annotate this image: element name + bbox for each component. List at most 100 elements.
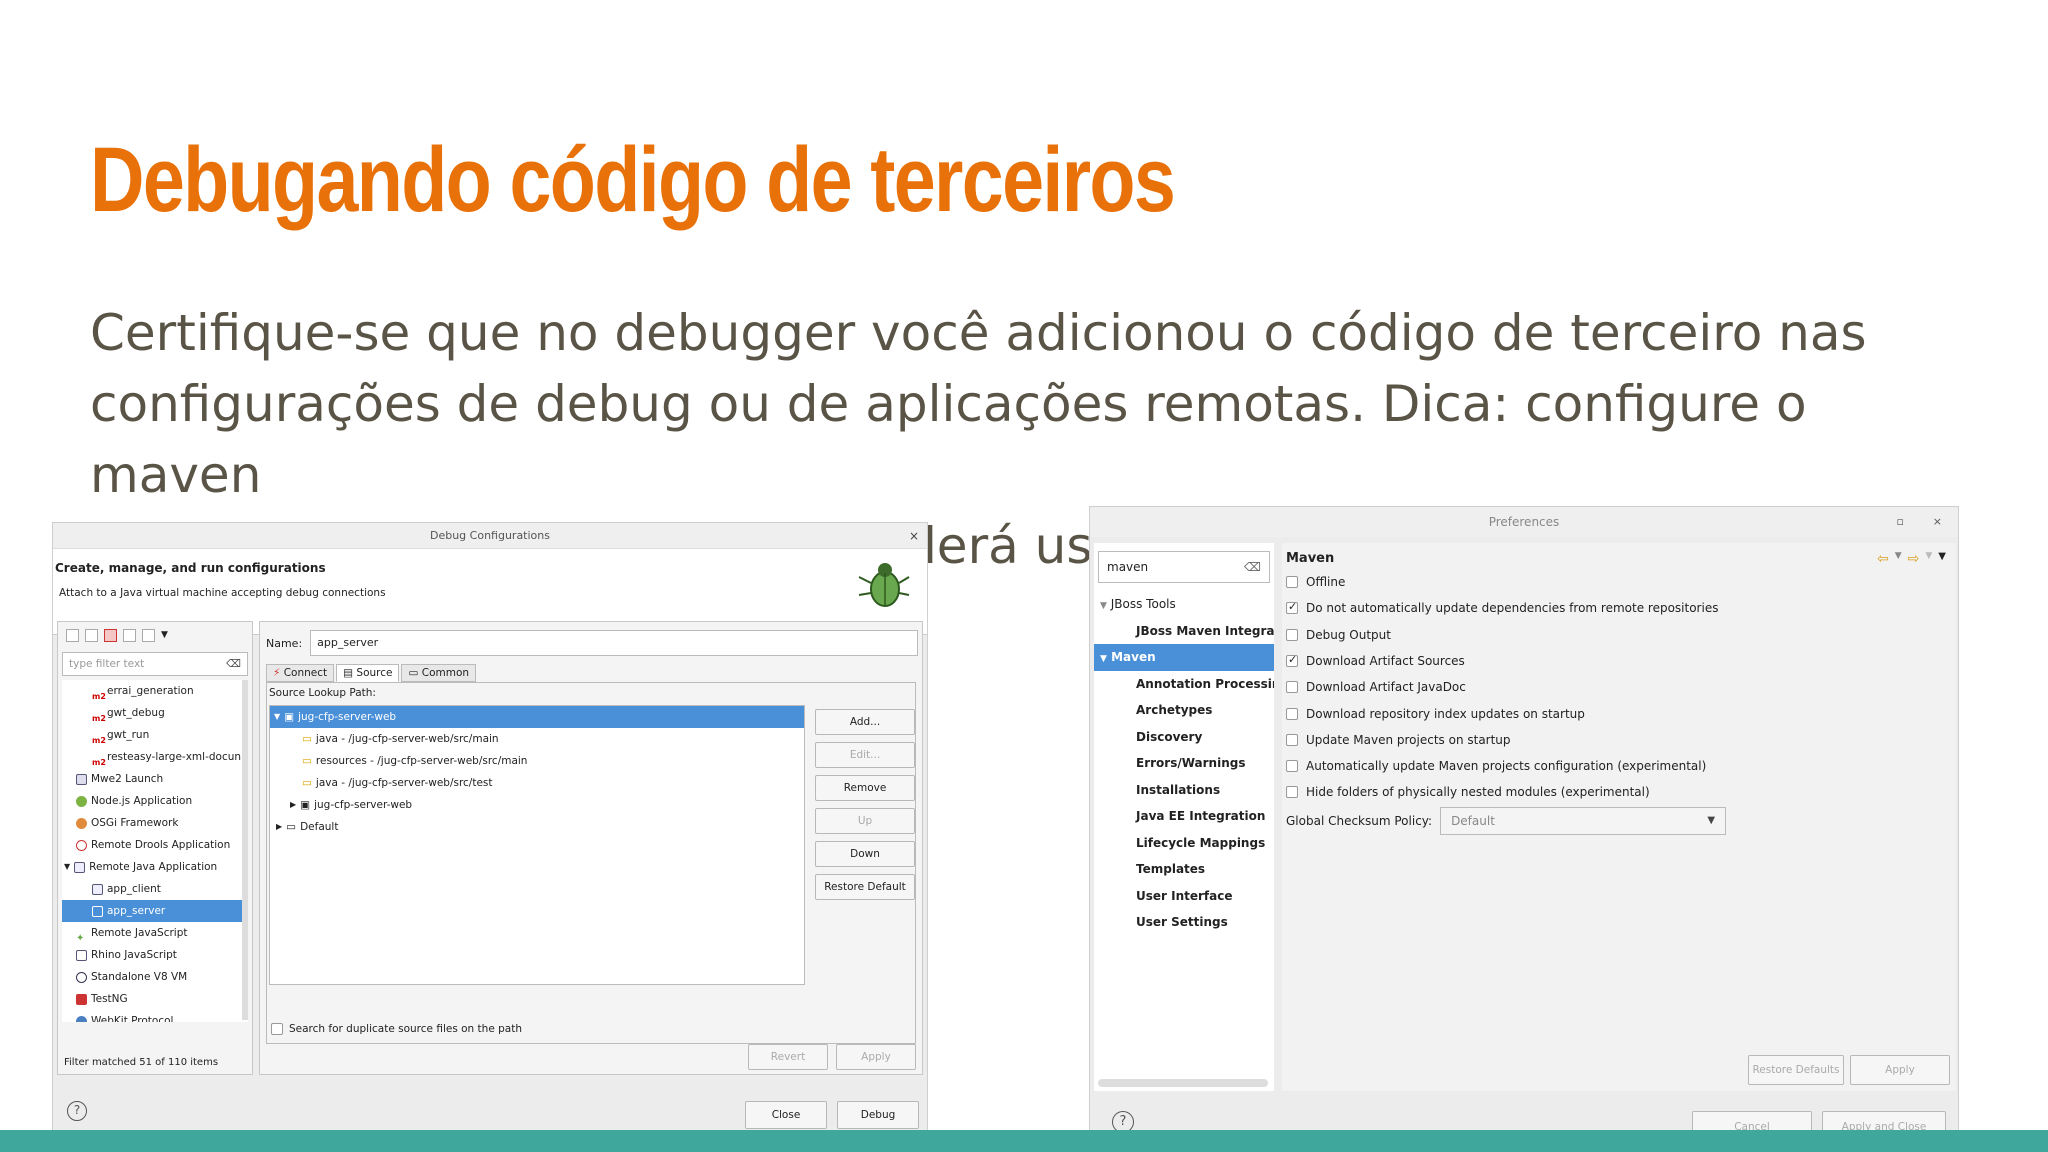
tree-item[interactable]: WebKit Protocol bbox=[62, 1010, 248, 1022]
up-button[interactable]: Up bbox=[815, 808, 915, 834]
duplicate-checkbox[interactable] bbox=[271, 1023, 283, 1035]
chevron-down-icon[interactable]: ▼ bbox=[1895, 551, 1902, 567]
tab-connect[interactable]: ⚡ Connect bbox=[266, 664, 335, 682]
tree-item[interactable]: ▼ Remote Java Application bbox=[62, 856, 248, 878]
source-item[interactable]: ▶ ▭ Default bbox=[270, 816, 804, 838]
back-arrow-icon[interactable]: ⇦ bbox=[1877, 551, 1889, 567]
tab-source[interactable]: ▤ Source bbox=[336, 664, 400, 682]
tree-scrollbar[interactable] bbox=[242, 680, 248, 1020]
tree-item[interactable]: ✦ Remote JavaScript bbox=[62, 922, 248, 944]
maven-option[interactable]: Automatically update Maven projects conf… bbox=[1286, 759, 1706, 773]
tree-item[interactable]: TestNG bbox=[62, 988, 248, 1010]
name-input[interactable]: app_server bbox=[310, 630, 919, 656]
clear-icon[interactable]: ⌫ bbox=[226, 658, 241, 670]
close-icon[interactable]: × bbox=[1933, 507, 1942, 537]
expand-arrow-icon[interactable]: ▼ bbox=[64, 856, 70, 878]
option-checkbox[interactable] bbox=[1286, 653, 1298, 667]
filter-icon[interactable] bbox=[142, 628, 155, 642]
tree-item[interactable]: Archetypes bbox=[1094, 697, 1274, 724]
revert-button[interactable]: Revert bbox=[748, 1044, 828, 1070]
option-checkbox[interactable] bbox=[1286, 707, 1298, 720]
maven-option[interactable]: Update Maven projects on startup bbox=[1286, 733, 1511, 747]
tree-item[interactable]: Mwe2 Launch bbox=[62, 768, 248, 790]
maven-option[interactable]: Offline bbox=[1286, 575, 1345, 589]
source-item[interactable]: ▭ resources - /jug-cfp-server-web/src/mai… bbox=[270, 750, 804, 772]
down-button[interactable]: Down bbox=[815, 841, 915, 867]
restore-defaults-button[interactable]: Restore Defaults bbox=[1748, 1055, 1844, 1085]
expand-arrow-icon[interactable]: ▼ bbox=[1100, 654, 1107, 664]
option-checkbox[interactable] bbox=[1286, 628, 1298, 641]
tree-item[interactable]: Discovery bbox=[1094, 724, 1274, 751]
maven-option[interactable]: Hide folders of physically nested module… bbox=[1286, 785, 1650, 799]
tree-item[interactable]: app_client bbox=[62, 878, 248, 900]
tree-item[interactable]: User Interface bbox=[1094, 883, 1274, 910]
duplicate-icon[interactable] bbox=[85, 628, 98, 642]
option-checkbox[interactable] bbox=[1286, 733, 1298, 746]
expand-arrow-icon[interactable]: ▼ bbox=[1100, 601, 1107, 611]
tree-item[interactable]: Errors/Warnings bbox=[1094, 750, 1274, 777]
maven-option[interactable]: Download Artifact JavaDoc bbox=[1286, 680, 1466, 694]
tree-item[interactable]: ▼ JBoss Tools bbox=[1094, 591, 1274, 618]
chevron-down-icon[interactable]: ▼ bbox=[161, 630, 168, 640]
option-checkbox[interactable] bbox=[1286, 576, 1298, 588]
source-item[interactable]: ▭ java - /jug-cfp-server-web/src/main bbox=[270, 728, 804, 750]
option-checkbox[interactable] bbox=[1286, 786, 1298, 799]
filter-input[interactable]: type filter text ⌫ bbox=[62, 652, 248, 676]
tree-item-selected[interactable]: app_server bbox=[62, 900, 248, 922]
expand-arrow-icon[interactable]: ▶ bbox=[290, 794, 296, 816]
tree-item[interactable]: Annotation Processir bbox=[1094, 671, 1274, 698]
filter-placeholder: type filter text bbox=[69, 658, 145, 670]
preferences-search-input[interactable]: maven ⌫ bbox=[1098, 551, 1270, 583]
close-icon[interactable]: × bbox=[909, 523, 919, 549]
horizontal-scrollbar[interactable] bbox=[1098, 1079, 1268, 1087]
tree-item-selected[interactable]: ▼ Maven bbox=[1094, 644, 1274, 671]
remove-button[interactable]: Remove bbox=[815, 775, 915, 801]
apply-button[interactable]: Apply bbox=[1850, 1055, 1950, 1085]
tree-item[interactable]: m2 errai_generation bbox=[62, 680, 248, 702]
tree-item[interactable]: Java EE Integration bbox=[1094, 803, 1274, 830]
source-item[interactable]: ▭ java - /jug-cfp-server-web/src/test bbox=[270, 772, 804, 794]
tree-item[interactable]: Installations bbox=[1094, 777, 1274, 804]
tree-item[interactable]: Node.js Application bbox=[62, 790, 248, 812]
clear-icon[interactable]: ⌫ bbox=[1244, 560, 1261, 574]
restore-default-button[interactable]: Restore Default bbox=[815, 874, 915, 900]
duplicate-search-option[interactable]: Search for duplicate source files on the… bbox=[271, 1023, 522, 1035]
tree-item[interactable]: m2 gwt_run bbox=[62, 724, 248, 746]
view-menu-icon[interactable]: ▼ bbox=[1938, 551, 1946, 567]
source-item-selected[interactable]: ▼ ▣ jug-cfp-server-web bbox=[270, 706, 804, 728]
tree-item[interactable]: m2 gwt_debug bbox=[62, 702, 248, 724]
tree-item[interactable]: Remote Drools Application bbox=[62, 834, 248, 856]
expand-arrow-icon[interactable]: ▼ bbox=[274, 706, 280, 728]
option-checkbox[interactable] bbox=[1286, 600, 1298, 615]
tree-item[interactable]: Lifecycle Mappings bbox=[1094, 830, 1274, 857]
tree-item[interactable]: Templates bbox=[1094, 856, 1274, 883]
maven-option[interactable]: Debug Output bbox=[1286, 628, 1391, 642]
checksum-policy-select[interactable]: Default ▼ bbox=[1440, 807, 1727, 835]
close-button[interactable]: Close bbox=[745, 1101, 827, 1129]
maven-option[interactable]: Download Artifact Sources bbox=[1286, 653, 1465, 668]
tree-item[interactable]: m2 resteasy-large-xml-docun bbox=[62, 746, 248, 768]
apply-button[interactable]: Apply bbox=[836, 1044, 916, 1070]
debug-button[interactable]: Debug bbox=[837, 1101, 919, 1129]
source-item[interactable]: ▶ ▣ jug-cfp-server-web bbox=[270, 794, 804, 816]
option-checkbox[interactable] bbox=[1286, 681, 1298, 694]
forward-arrow-icon[interactable]: ⇨ bbox=[1908, 551, 1920, 567]
help-icon[interactable]: ? bbox=[67, 1101, 87, 1121]
expand-arrow-icon[interactable]: ▶ bbox=[276, 816, 282, 838]
maximize-icon[interactable]: ▫ bbox=[1897, 507, 1904, 537]
tree-item[interactable]: JBoss Maven Integra bbox=[1094, 618, 1274, 645]
collapse-all-icon[interactable] bbox=[123, 628, 136, 642]
tree-item[interactable]: User Settings bbox=[1094, 909, 1274, 936]
tree-item[interactable]: Rhino JavaScript bbox=[62, 944, 248, 966]
maven-option[interactable]: Download repository index updates on sta… bbox=[1286, 707, 1585, 721]
edit-button[interactable]: Edit... bbox=[815, 742, 915, 768]
option-checkbox[interactable] bbox=[1286, 760, 1298, 773]
add-button[interactable]: Add... bbox=[815, 709, 915, 735]
chevron-down-icon[interactable]: ▼ bbox=[1925, 551, 1932, 567]
new-config-icon[interactable] bbox=[66, 628, 79, 642]
maven-option[interactable]: Do not automatically update dependencies… bbox=[1286, 600, 1718, 615]
tab-common[interactable]: ▭ Common bbox=[401, 664, 477, 682]
delete-icon[interactable] bbox=[104, 628, 117, 642]
tree-item[interactable]: OSGi Framework bbox=[62, 812, 248, 834]
tree-item[interactable]: Standalone V8 VM bbox=[62, 966, 248, 988]
